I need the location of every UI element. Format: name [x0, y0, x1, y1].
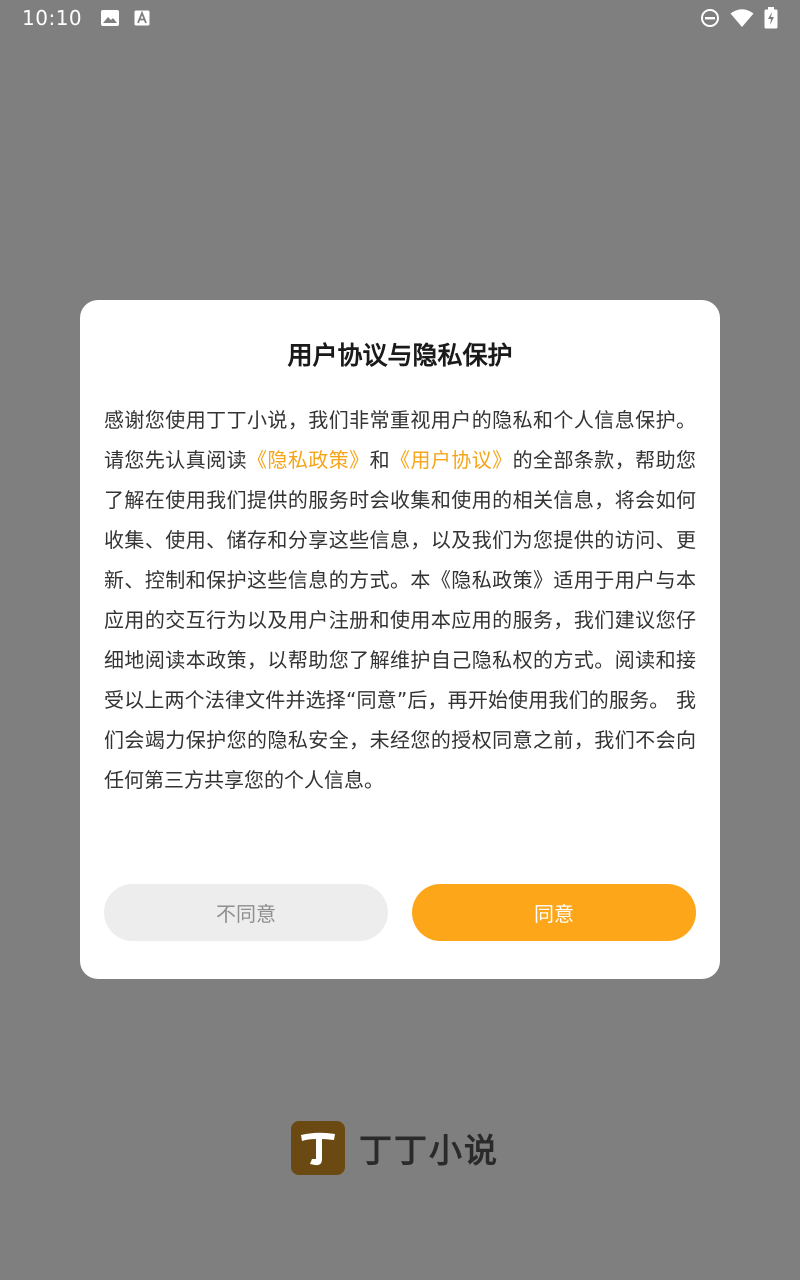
- wifi-icon: [730, 8, 754, 28]
- body-text-details: 的全部条款，帮助您了解在使用我们提供的服务时会收集和使用的相关信息，将会如何收集…: [104, 448, 697, 792]
- do-not-disturb-icon: [700, 8, 720, 28]
- privacy-dialog: 用户协议与隐私保护 感谢您使用丁丁小说，我们非常重视用户的隐私和个人信息保护。请…: [80, 300, 720, 979]
- disagree-button[interactable]: 不同意: [104, 884, 388, 941]
- user-agreement-link[interactable]: 《用户协议》: [390, 448, 513, 472]
- image-icon: [100, 9, 120, 27]
- text-a-icon: [134, 10, 150, 26]
- status-time: 10:10: [22, 6, 83, 30]
- status-right-icons: [700, 7, 778, 29]
- app-logo-icon: [291, 1121, 345, 1175]
- status-bar: 10:10: [0, 0, 800, 36]
- app-name: 丁丁小说: [359, 1131, 499, 1170]
- agree-button[interactable]: 同意: [412, 884, 696, 941]
- privacy-policy-link[interactable]: 《隐私政策》: [247, 448, 370, 472]
- battery-charging-icon: [764, 7, 778, 29]
- app-brand: 丁丁小说: [291, 1120, 499, 1176]
- status-left-icons: [100, 9, 150, 27]
- dialog-title: 用户协议与隐私保护: [287, 341, 513, 370]
- body-text-and: 和: [369, 448, 391, 472]
- dialog-body: 感谢您使用丁丁小说，我们非常重视用户的隐私和个人信息保护。请您先认真阅读《隐私政…: [104, 400, 696, 800]
